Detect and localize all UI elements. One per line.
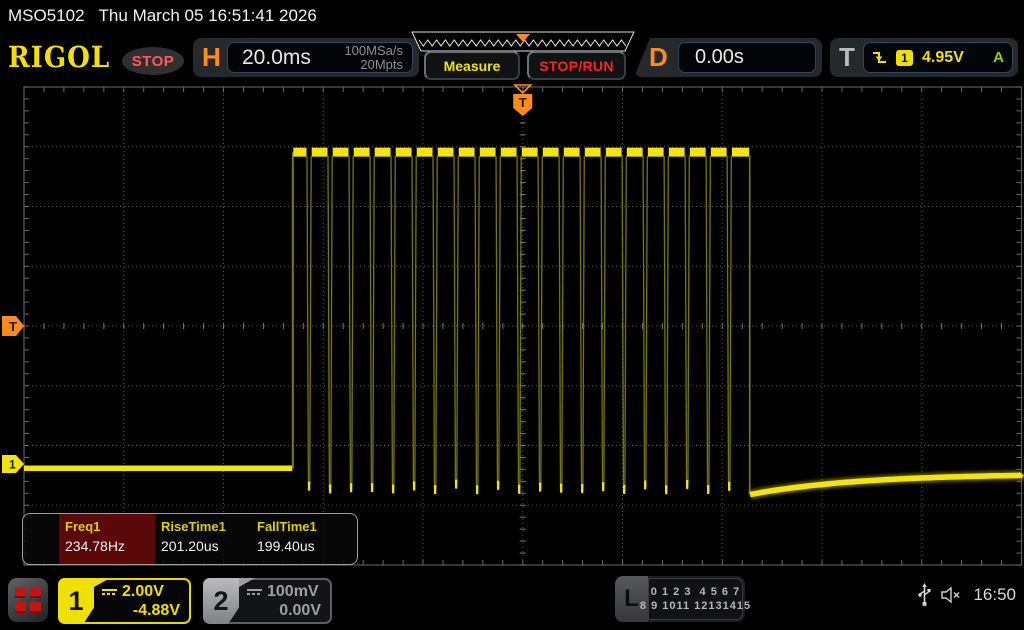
measurement-value: 199.40us bbox=[257, 538, 347, 554]
logic-row-bottom: 8 9 1011 12131415 bbox=[640, 599, 751, 613]
measurement-value: 234.78Hz bbox=[65, 538, 155, 554]
ch1-ground-marker[interactable]: 1 bbox=[2, 455, 24, 473]
clock-display: 16:50 bbox=[973, 585, 1016, 605]
channel2-scale: 100mV bbox=[267, 583, 319, 601]
svg-text:T: T bbox=[9, 319, 17, 334]
channel2-badge[interactable]: 2 bbox=[203, 578, 239, 624]
channel1-offset: -4.88V bbox=[102, 602, 180, 620]
dc-coupling-icon bbox=[102, 589, 117, 595]
speaker-muted-icon[interactable] bbox=[941, 586, 963, 604]
channel1-badge[interactable]: 1 bbox=[58, 578, 94, 624]
channel1-values: 2.00V -4.88V bbox=[100, 580, 189, 622]
graticule bbox=[24, 87, 1022, 565]
measurement-item-freq1[interactable]: Freq1 234.78Hz bbox=[59, 514, 155, 564]
measurement-label: FallTime1 bbox=[257, 519, 347, 534]
channel1-widget[interactable]: 1 2.00V -4.88V bbox=[58, 578, 191, 624]
measurement-label: Freq1 bbox=[65, 519, 155, 534]
menu-dot bbox=[30, 602, 41, 613]
measurement-label: RiseTime1 bbox=[161, 519, 251, 534]
trigger-level-marker[interactable]: T bbox=[2, 316, 24, 336]
logic-channels-widget[interactable]: L 0 1 2 3 4 5 6 7 8 9 1011 12131415 bbox=[615, 576, 745, 622]
menu-dot bbox=[30, 587, 41, 598]
measurement-results-box[interactable]: Freq1 234.78Hz RiseTime1 201.20us FallTi… bbox=[22, 513, 358, 565]
logic-channel-list: 0 1 2 3 4 5 6 7 8 9 1011 12131415 bbox=[648, 578, 743, 620]
measurement-value: 201.20us bbox=[161, 538, 251, 554]
status-tray: 16:50 bbox=[918, 583, 1016, 607]
dc-coupling-icon bbox=[247, 589, 262, 595]
measurement-item-falltime1[interactable]: FallTime1 199.40us bbox=[251, 514, 347, 564]
svg-text:T: T bbox=[519, 95, 527, 110]
measurement-box-spacer bbox=[23, 514, 59, 564]
channel2-offset: 0.00V bbox=[247, 602, 321, 620]
usb-icon bbox=[918, 583, 931, 607]
channel2-values: 100mV 0.00V bbox=[245, 580, 330, 622]
menu-dot bbox=[15, 602, 26, 613]
channel1-scale: 2.00V bbox=[122, 583, 164, 601]
measurement-item-risetime1[interactable]: RiseTime1 201.20us bbox=[155, 514, 251, 564]
menu-dot bbox=[15, 587, 26, 598]
main-menu-icon[interactable] bbox=[8, 578, 48, 622]
logic-row-top: 0 1 2 3 4 5 6 7 bbox=[651, 585, 740, 599]
svg-text:1: 1 bbox=[9, 458, 16, 472]
channel2-widget[interactable]: 2 100mV 0.00V bbox=[203, 578, 332, 624]
